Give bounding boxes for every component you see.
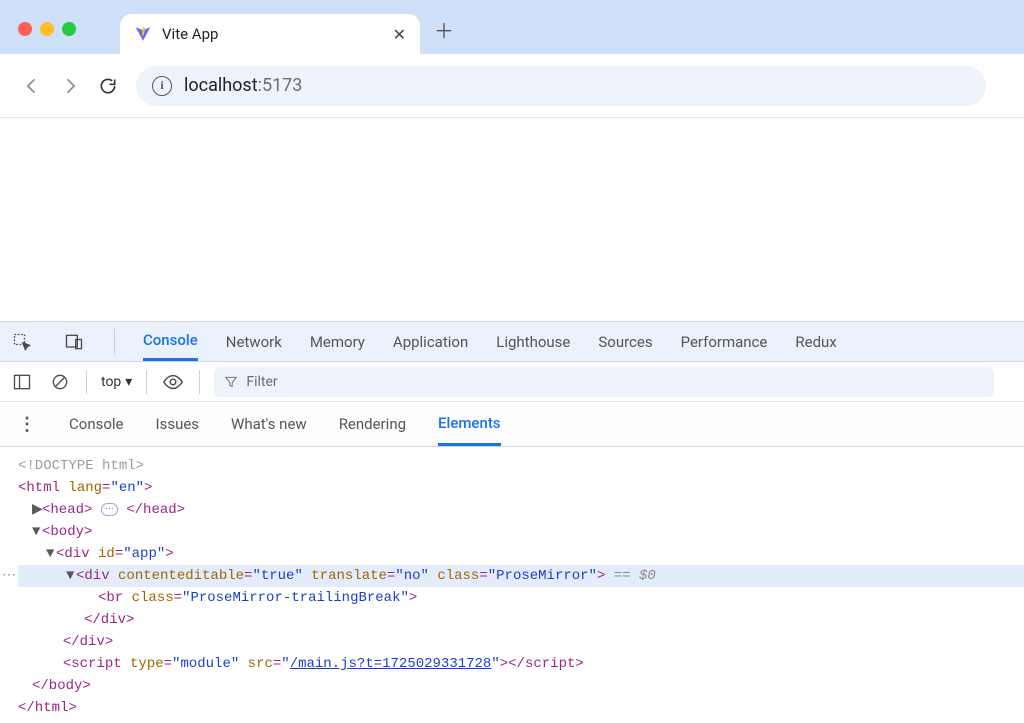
divider <box>146 370 147 394</box>
new-tab-button[interactable]: ＋ <box>434 15 454 44</box>
tab-memory[interactable]: Memory <box>310 324 365 360</box>
address-bar[interactable]: i localhost:5173 <box>136 66 986 106</box>
close-tab-icon[interactable]: ✕ <box>393 25 406 44</box>
dom-selected-node[interactable]: ⋯▼<div contenteditable="true" translate=… <box>18 565 1024 587</box>
context-selector[interactable]: top ▾ <box>101 374 132 390</box>
browser-tab-strip: Vite App ✕ ＋ <box>0 0 1024 54</box>
dom-div-close-1[interactable]: </div> <box>18 609 1024 631</box>
tab-sources[interactable]: Sources <box>598 324 652 360</box>
url-port: :5173 <box>258 75 303 96</box>
browser-tab[interactable]: Vite App ✕ <box>120 14 420 54</box>
inspect-element-icon[interactable] <box>10 330 34 354</box>
minimize-window-button[interactable] <box>40 22 54 36</box>
device-toolbar-icon[interactable] <box>62 330 86 354</box>
dom-body-close[interactable]: </body> <box>18 675 1024 697</box>
page-viewport[interactable] <box>0 118 1024 321</box>
reload-button[interactable] <box>98 76 118 96</box>
divider <box>199 370 200 394</box>
forward-button[interactable] <box>60 76 80 96</box>
filter-input[interactable]: Filter <box>214 367 994 397</box>
tab-network[interactable]: Network <box>226 324 282 360</box>
dom-head[interactable]: ▶<head> ⋯ </head> <box>18 499 1024 521</box>
chevron-down-icon: ▾ <box>125 374 132 390</box>
tab-title: Vite App <box>162 25 383 43</box>
dom-div-app[interactable]: ▼<div id="app"> <box>18 543 1024 565</box>
drawer-tab-whatsnew[interactable]: What's new <box>231 404 307 444</box>
url-host: localhost <box>184 75 258 96</box>
funnel-icon <box>224 375 238 389</box>
tab-application[interactable]: Application <box>393 324 468 360</box>
devtools-drawer-tabbar: ⋮ Console Issues What's new Rendering El… <box>0 402 1024 447</box>
elements-dom-tree[interactable]: <!DOCTYPE html> <html lang="en"> ▶<head>… <box>0 447 1024 723</box>
site-info-icon[interactable]: i <box>152 76 172 96</box>
dom-doctype[interactable]: <!DOCTYPE html> <box>18 458 144 474</box>
back-button[interactable] <box>22 76 42 96</box>
dom-script-node[interactable]: <script type="module" src="/main.js?t=17… <box>18 653 1024 675</box>
context-label: top <box>101 374 121 390</box>
devtools-main-tabbar: Console Network Memory Application Light… <box>0 322 1024 362</box>
dom-body-open[interactable]: ▼<body> <box>18 521 1024 543</box>
browser-toolbar: i localhost:5173 <box>0 54 1024 118</box>
tab-redux[interactable]: Redux <box>795 324 836 360</box>
window-controls <box>18 22 76 36</box>
tab-console[interactable]: Console <box>143 322 198 361</box>
filter-placeholder: Filter <box>246 374 277 390</box>
close-window-button[interactable] <box>18 22 32 36</box>
console-toolbar: top ▾ Filter <box>0 362 1024 402</box>
dom-html-open[interactable]: <html lang="en"> <box>18 477 1024 499</box>
tab-lighthouse[interactable]: Lighthouse <box>496 324 570 360</box>
drawer-tab-elements[interactable]: Elements <box>438 403 501 446</box>
maximize-window-button[interactable] <box>62 22 76 36</box>
tab-performance[interactable]: Performance <box>681 324 768 360</box>
toggle-sidebar-icon[interactable] <box>10 370 34 394</box>
clear-console-icon[interactable] <box>48 370 72 394</box>
url-text: localhost:5173 <box>184 75 302 96</box>
dom-html-close[interactable]: </html> <box>18 697 1024 719</box>
drawer-more-icon[interactable]: ⋮ <box>18 414 37 435</box>
live-expression-icon[interactable] <box>161 370 185 394</box>
dom-br-node[interactable]: <br class="ProseMirror-trailingBreak"> <box>18 587 1024 609</box>
vite-logo-icon <box>134 25 152 43</box>
divider <box>86 370 87 394</box>
drawer-tab-rendering[interactable]: Rendering <box>339 404 406 444</box>
divider <box>114 329 115 355</box>
dom-div-close-2[interactable]: </div> <box>18 631 1024 653</box>
devtools-panel: Console Network Memory Application Light… <box>0 321 1024 723</box>
drawer-tab-issues[interactable]: Issues <box>156 404 200 444</box>
drawer-tab-console[interactable]: Console <box>69 404 124 444</box>
